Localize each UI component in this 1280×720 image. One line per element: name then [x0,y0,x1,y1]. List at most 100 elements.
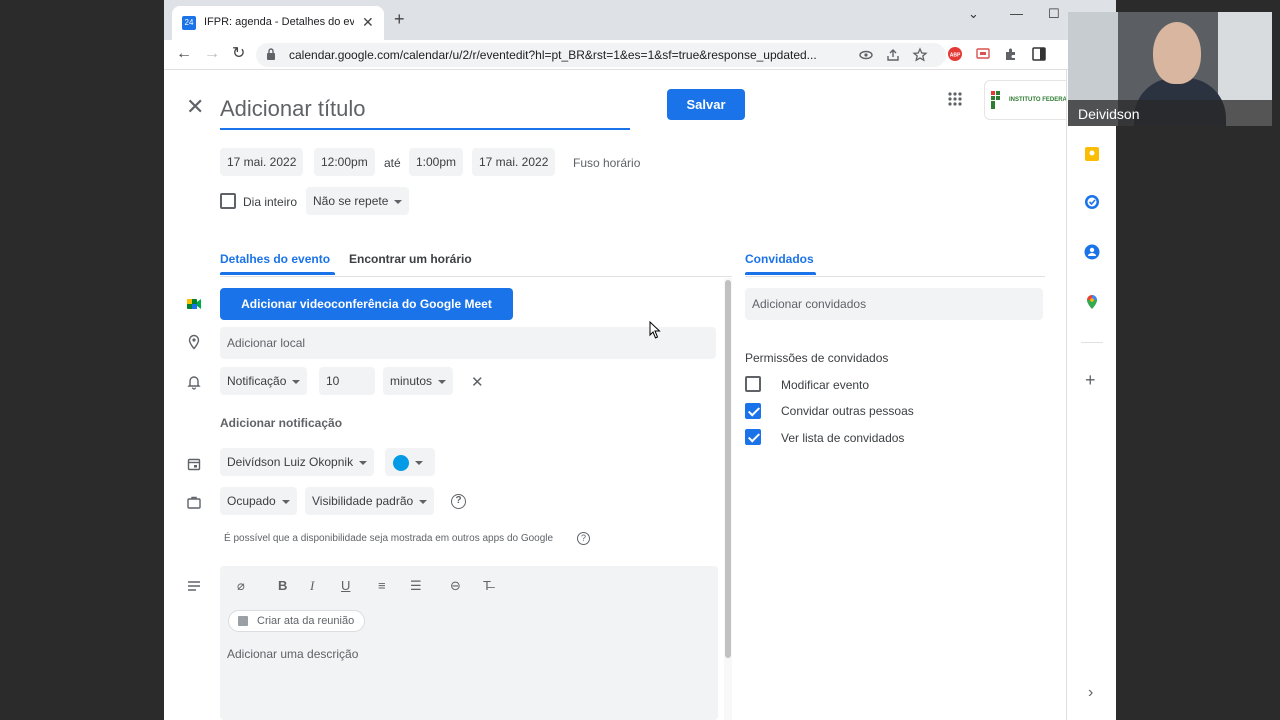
bell-icon [187,376,201,390]
webcam-name-bar: Deividson [1068,100,1272,126]
italic-icon[interactable]: I [310,578,314,594]
eye-icon[interactable] [858,47,874,63]
end-time-picker[interactable]: 1:00pm [409,148,464,176]
all-day-checkbox[interactable] [220,193,236,209]
notification-type-dropdown[interactable]: Notificação [220,367,308,395]
notification-value-input[interactable]: 10 [319,367,375,395]
new-tab-button[interactable]: + [394,10,405,28]
webcam-overlay: Deividson [1068,12,1272,126]
chevron-down-icon [419,499,428,504]
bulleted-list-icon[interactable]: ☰ [410,578,422,594]
extensions-icon[interactable] [1003,46,1019,62]
permission-see-list-label: Ver lista de convidados [781,431,905,445]
attach-icon[interactable]: ⌀ [237,578,245,594]
briefcase-icon [187,496,201,509]
chevron-down-icon [292,379,301,384]
calendar-owner-value: Deivídson Luiz Okopnik [227,455,354,469]
reload-button[interactable]: ↻ [232,44,245,64]
chevron-down-icon [415,460,423,465]
event-title-input[interactable] [220,90,630,130]
maps-icon[interactable] [1084,294,1100,310]
description-placeholder: Adicionar uma descrição [227,647,359,661]
org-logo: INSTITUTO FEDERAL [984,80,1074,120]
tab-search-icon[interactable]: ⌄ [968,6,979,22]
tab-find-time[interactable]: Encontrar um horário [349,252,472,266]
location-pin-icon [188,334,200,350]
underline-icon[interactable]: U [341,578,350,593]
permission-invite-checkbox[interactable] [745,403,761,419]
add-notification-button[interactable]: Adicionar notificação [220,416,342,430]
busy-status-dropdown[interactable]: Ocupado [220,487,297,515]
location-input[interactable] [220,327,716,359]
notification-type-value: Notificação [227,374,287,388]
minimize-button[interactable]: — [1010,6,1023,21]
active-tab-indicator [220,272,335,275]
calendar-favicon-icon: 24 [182,16,196,30]
cast-icon[interactable] [975,46,991,62]
guests-tab-indicator [745,272,816,275]
create-notes-button[interactable]: Criar ata da reunião [228,610,366,632]
create-notes-label: Criar ata da reunião [257,615,355,627]
share-icon[interactable] [885,47,901,63]
tab-guests[interactable]: Convidados [745,252,814,266]
browser-toolbar: ← → ↻ calendar.google.com/calendar/u/2/r… [164,40,1116,70]
back-button[interactable]: ← [176,44,192,64]
description-editor[interactable]: ⌀ B I U ≡ ☰ ⊖ T̶ Criar ata da reunião Ad… [220,566,718,720]
until-label: até [384,156,401,170]
remove-notification-icon[interactable]: ✕ [471,373,484,391]
link-icon[interactable]: ⊖ [450,578,461,594]
availability-help-icon[interactable]: ? [577,532,590,545]
adblock-icon[interactable]: ABP [947,46,963,62]
all-day-label: Dia inteiro [243,195,298,209]
notification-unit-dropdown[interactable]: minutos [383,367,454,395]
maximize-button[interactable]: ☐ [1048,6,1060,22]
add-addon-button[interactable]: + [1085,370,1096,391]
scrollbar-thumb[interactable] [725,280,731,658]
start-time-picker[interactable]: 12:00pm [314,148,375,176]
browser-window: 24 IFPR: agenda - Detalhes do evento ✕ +… [164,0,1116,720]
address-bar[interactable]: calendar.google.com/calendar/u/2/r/event… [256,43,946,67]
tab-title: IFPR: agenda - Detalhes do evento [204,16,354,28]
tab-close-icon[interactable]: ✕ [362,14,374,31]
start-date-picker[interactable]: 17 mai. 2022 [220,148,304,176]
org-logo-text: INSTITUTO FEDERAL [1009,97,1071,103]
webcam-person-head [1153,22,1201,84]
permission-modify-label: Modificar evento [781,378,870,392]
timezone-button[interactable]: Fuso horário [573,156,640,170]
browser-tab[interactable]: 24 IFPR: agenda - Detalhes do evento ✕ [172,6,384,40]
contacts-icon[interactable] [1084,244,1100,260]
add-guests-input[interactable] [745,288,1043,320]
bookmark-star-icon[interactable] [912,47,928,63]
permission-see-list-checkbox[interactable] [745,429,761,445]
calendar-owner-dropdown[interactable]: Deivídson Luiz Okopnik [220,448,375,476]
tab-event-details[interactable]: Detalhes do evento [220,252,330,266]
chevron-down-icon [359,460,368,465]
save-button[interactable]: Salvar [667,89,745,120]
bold-icon[interactable]: B [278,578,287,593]
tasks-icon[interactable] [1084,194,1100,210]
svg-text:ABP: ABP [950,53,961,59]
tab-strip: 24 IFPR: agenda - Detalhes do evento ✕ +… [164,0,1116,40]
guests-divider [745,276,1045,277]
google-meet-icon [187,299,201,309]
side-panel-icon[interactable] [1031,46,1047,62]
forward-button[interactable]: → [204,44,220,64]
mouse-cursor-icon [649,321,661,339]
calendar-icon [187,458,201,471]
clear-format-icon[interactable]: T̶ [483,578,491,593]
apps-grid-icon[interactable] [948,92,962,106]
permission-modify-checkbox[interactable] [745,376,761,392]
side-apps-rail: + › [1066,70,1116,720]
add-meet-button[interactable]: Adicionar videoconferência do Google Mee… [220,288,513,320]
help-icon[interactable]: ? [451,494,466,509]
expand-panel-icon[interactable]: › [1088,684,1093,702]
keep-icon[interactable] [1084,146,1100,162]
numbered-list-icon[interactable]: ≡ [378,578,386,593]
close-icon[interactable]: ✕ [186,96,204,118]
end-date-picker[interactable]: 17 mai. 2022 [472,148,556,176]
calendar-color-dropdown[interactable] [385,448,435,476]
recurrence-dropdown[interactable]: Não se repete [306,187,410,215]
visibility-dropdown[interactable]: Visibilidade padrão [305,487,435,515]
permission-invite-label: Convidar outras pessoas [781,404,914,418]
busy-status-value: Ocupado [227,494,276,508]
